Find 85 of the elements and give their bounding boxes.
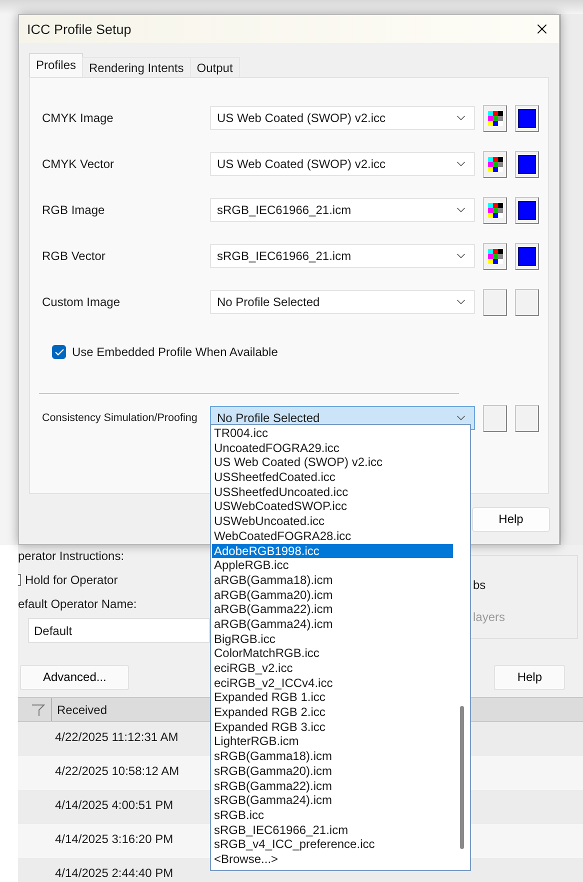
swatch-icon (518, 200, 536, 220)
color-swatch-button[interactable] (515, 196, 539, 224)
profile-dropdown[interactable]: sRGB_IEC61966_21.icm (210, 198, 475, 222)
checkbox-label: Hold for Operator (25, 573, 118, 587)
list-item[interactable]: aRGB(Gamma18).icm (212, 572, 453, 588)
advanced-button[interactable]: Advanced... (20, 664, 130, 690)
list-item[interactable]: sRGB(Gamma24).icm (212, 793, 453, 808)
field-label: RGB Vector (42, 249, 106, 263)
list-item[interactable]: sRGB(Gamma22).icm (212, 778, 453, 794)
color-swatch-button[interactable] (515, 150, 539, 178)
color-profile-button[interactable] (483, 242, 507, 270)
scrollbar-thumb[interactable] (460, 706, 464, 849)
checkbox[interactable] (18, 574, 21, 586)
list-item[interactable]: LighterRGB.icm (212, 734, 453, 750)
option-label: layers (473, 610, 506, 624)
color-profile-button[interactable] (483, 104, 507, 132)
color-swatch-button[interactable] (515, 242, 539, 270)
field-label: Custom Image (42, 295, 122, 309)
field-label: RGB Image (42, 203, 106, 217)
list-item[interactable]: USWebUncoated.icc (212, 514, 453, 529)
list-item[interactable]: ColorMatchRGB.icc (212, 646, 453, 661)
list-item[interactable]: AppleRGB.icc (212, 558, 453, 573)
color-grid-icon (488, 202, 502, 218)
list-item[interactable]: sRGB.icc (212, 808, 453, 823)
list-item[interactable]: USSheetfedUncoated.icc (212, 484, 453, 500)
color-grid-icon (488, 248, 502, 264)
list-item[interactable]: eciRGB_v2.icc (212, 661, 453, 676)
input-field[interactable]: Default (28, 618, 210, 643)
empty-button[interactable] (515, 288, 539, 316)
list-item[interactable]: UncoatedFOGRA29.icc (212, 440, 453, 456)
list-item[interactable]: BigRGB.icc (212, 632, 453, 646)
list-item[interactable]: aRGB(Gamma20).icm (212, 588, 453, 602)
list-item[interactable]: aRGB(Gamma22).icm (212, 602, 453, 617)
empty-button[interactable] (515, 404, 539, 432)
help-button[interactable]: Help (472, 506, 550, 532)
list-item[interactable]: <Browse...> (212, 852, 453, 867)
checkbox-label: Use Embedded Profile When Available (72, 345, 278, 359)
field-label: efault Operator Name: (18, 597, 138, 611)
table-cell: 4/22/2025 11:12:31 AM (55, 730, 178, 744)
list-item[interactable]: aRGB(Gamma24).icm (212, 616, 453, 632)
swatch-icon (518, 108, 536, 128)
column-header[interactable]: Received (52, 698, 108, 721)
list-item[interactable]: US Web Coated (SWOP) v2.icc (212, 455, 453, 470)
list-item[interactable]: USWebCoatedSWOP.icc (212, 499, 453, 514)
profile-dropdown[interactable]: sRGB_IEC61966_21.icm (210, 244, 475, 268)
swatch-icon (518, 246, 536, 266)
list-item[interactable]: WebCoatedFOGRA28.icc (212, 528, 453, 544)
table-cell: 4/14/2025 2:44:40 PM (55, 866, 174, 880)
window-title: ICC Profile Setup (27, 22, 132, 36)
color-swatch-button[interactable] (515, 104, 539, 132)
check-icon (54, 346, 64, 358)
color-profile-button[interactable] (483, 150, 507, 178)
list-item[interactable]: sRGB(Gamma18).icm (212, 749, 453, 764)
profile-dropdown[interactable]: US Web Coated (SWOP) v2.icc (210, 152, 475, 176)
color-grid-icon (488, 156, 502, 172)
filter-icon[interactable] (31, 702, 45, 716)
swatch-icon (518, 154, 536, 174)
color-profile-button[interactable] (483, 196, 507, 224)
field-label: CMYK Vector (42, 157, 116, 171)
list-item[interactable]: sRGB_v4_ICC_preference.icc (212, 837, 453, 852)
color-grid-icon (488, 110, 502, 126)
list-item[interactable]: sRGB_IEC61966_21.icm (212, 822, 453, 838)
list-item[interactable]: AdobeRGB1998.icc (212, 544, 453, 558)
profile-dropdown[interactable]: US Web Coated (SWOP) v2.icc (210, 106, 475, 130)
table-cell: 4/22/2025 10:58:12 AM (55, 764, 180, 778)
list-item[interactable]: USSheetfedCoated.icc (212, 470, 453, 485)
tab[interactable]: Rendering Intents (82, 57, 191, 77)
table-cell: 4/14/2025 4:00:51 PM (55, 798, 174, 812)
list-item[interactable]: eciRGB_v2_ICCv4.icc (212, 676, 453, 690)
field-label: perator Instructions: (18, 549, 126, 563)
list-item[interactable]: Expanded RGB 1.icc (212, 690, 453, 706)
list-item[interactable]: Expanded RGB 2.icc (212, 705, 453, 720)
empty-button[interactable] (483, 404, 507, 432)
tab[interactable]: Profiles (29, 53, 84, 77)
profile-dropdown[interactable]: No Profile Selected (210, 290, 475, 314)
option-label: bs (473, 578, 487, 592)
help-button[interactable]: Help (494, 664, 565, 690)
empty-button[interactable] (483, 288, 507, 316)
field-label: CMYK Image (42, 111, 114, 125)
tab[interactable]: Output (190, 57, 240, 77)
list-item[interactable]: Expanded RGB 3.icc (212, 720, 453, 734)
table-cell: 4/14/2025 3:16:20 PM (55, 832, 174, 846)
list-item[interactable]: sRGB(Gamma20).icm (212, 764, 453, 778)
checkbox[interactable] (52, 345, 66, 359)
field-label: Consistency Simulation/Proofing (42, 412, 198, 424)
